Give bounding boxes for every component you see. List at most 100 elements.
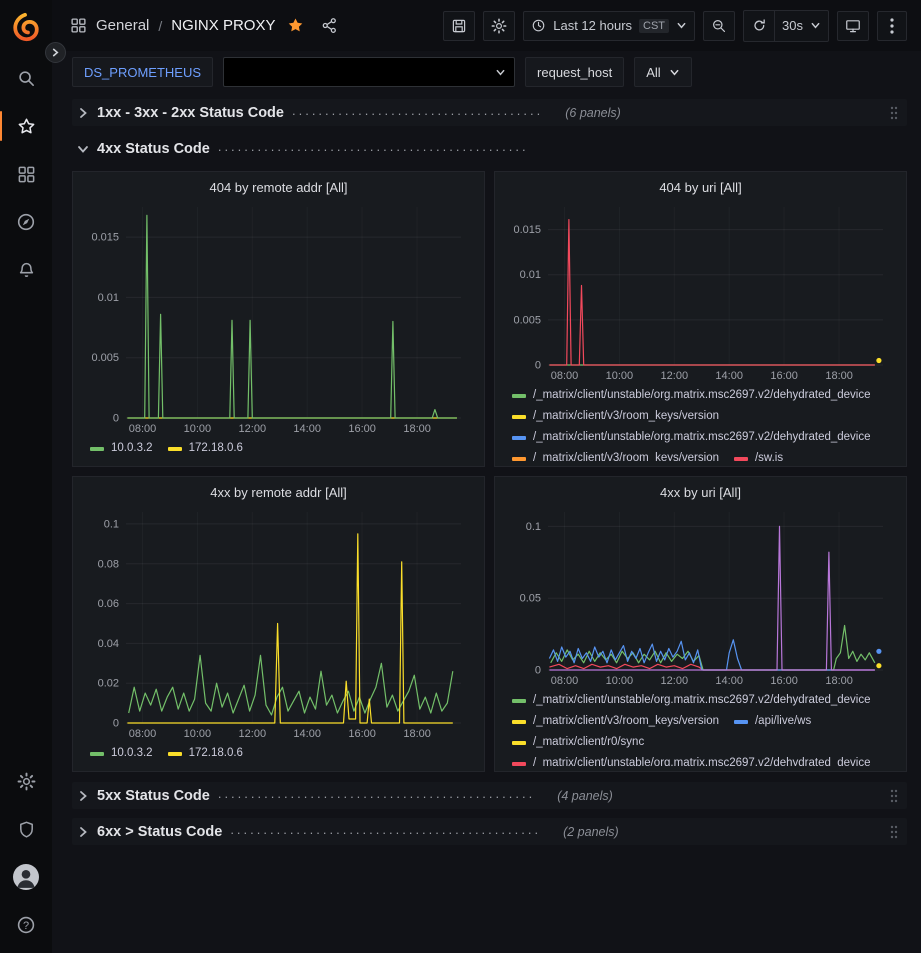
svg-text:08:00: 08:00 xyxy=(551,675,579,687)
datasource-variable-input[interactable] xyxy=(223,57,515,87)
request-host-variable-label[interactable]: request_host xyxy=(525,57,624,87)
legend-color-chip xyxy=(512,741,526,745)
row-title: 6xx > Status Code xyxy=(97,824,222,840)
legend-label: 172.18.0.6 xyxy=(189,743,243,764)
save-dashboard-button[interactable] xyxy=(443,11,475,41)
legend-label: 10.0.3.2 xyxy=(111,438,153,459)
legend-label: /sw.js xyxy=(755,448,783,461)
legend-item[interactable]: /_matrix/client/unstable/org.matrix.msc2… xyxy=(512,690,871,711)
dashboard-row-5xx[interactable]: 5xx Status Code ........................… xyxy=(72,782,907,809)
panel-title[interactable]: 4xx by remote addr [All] xyxy=(82,484,475,502)
favorite-star-icon[interactable] xyxy=(287,17,304,34)
svg-text:14:00: 14:00 xyxy=(293,423,321,435)
row-title: 4xx Status Code xyxy=(97,141,210,157)
dashboards-grid-icon xyxy=(17,165,36,184)
request-host-variable-dropdown[interactable]: All xyxy=(634,57,691,87)
row-dots: ........................................… xyxy=(230,822,541,837)
legend-item[interactable]: /_matrix/client/v3/room_keys/version xyxy=(512,448,719,461)
panel-title[interactable]: 4xx by uri [All] xyxy=(504,484,897,502)
chevron-down-icon xyxy=(495,67,506,78)
dashboard-row-4xx[interactable]: 4xx Status Code ........................… xyxy=(72,135,907,162)
legend-color-chip xyxy=(168,752,182,756)
dashboard-settings-button[interactable] xyxy=(483,11,515,41)
legend-item[interactable]: /sw.js xyxy=(734,448,783,461)
user-avatar[interactable] xyxy=(0,853,52,901)
sidebar-item-alerting[interactable] xyxy=(0,246,52,294)
legend-color-chip xyxy=(90,447,104,451)
legend-item[interactable]: /_matrix/client/v3/room_keys/version xyxy=(512,406,719,427)
time-series-plot[interactable]: 00.020.040.060.080.108:0010:0012:0014:00… xyxy=(82,504,475,740)
sidebar-item-explore[interactable] xyxy=(0,198,52,246)
svg-text:10:00: 10:00 xyxy=(184,728,212,740)
legend-label: 172.18.0.6 xyxy=(189,438,243,459)
question-circle-icon: ? xyxy=(16,915,36,935)
zoom-out-time-button[interactable] xyxy=(703,11,735,41)
sidebar-bottom: ? xyxy=(0,757,52,953)
panel-title[interactable]: 404 by uri [All] xyxy=(504,179,897,197)
svg-text:16:00: 16:00 xyxy=(348,728,376,740)
legend-item[interactable]: /_matrix/client/v3/room_keys/version xyxy=(512,711,719,732)
legend-color-chip xyxy=(512,394,526,398)
row-drag-handle[interactable] xyxy=(889,824,899,840)
legend: /_matrix/client/unstable/org.matrix.msc2… xyxy=(504,687,897,766)
refresh-interval-dropdown[interactable]: 30s xyxy=(775,11,828,41)
timezone-badge: CST xyxy=(639,19,669,33)
legend-item[interactable]: 10.0.3.2 xyxy=(90,743,153,764)
time-series-plot[interactable]: 00.050.108:0010:0012:0014:0016:0018:00 xyxy=(504,504,897,687)
svg-text:10:00: 10:00 xyxy=(606,675,634,687)
legend-item[interactable]: /_matrix/client/r0/sync xyxy=(512,732,644,753)
svg-text:14:00: 14:00 xyxy=(715,675,743,687)
sidebar-expand-button[interactable] xyxy=(45,42,66,63)
legend-item[interactable]: /_matrix/client/unstable/org.matrix.msc2… xyxy=(512,385,871,406)
legend: 10.0.3.2 172.18.0.6 xyxy=(82,740,475,766)
legend-color-chip xyxy=(512,457,526,461)
grafana-app: ? General / NGINX PROXY xyxy=(0,0,921,953)
row-drag-handle[interactable] xyxy=(889,788,899,804)
time-series-plot[interactable]: 00.0050.010.01508:0010:0012:0014:0016:00… xyxy=(504,199,897,382)
sidebar-item-server-admin[interactable] xyxy=(0,805,52,853)
legend-item[interactable]: 172.18.0.6 xyxy=(168,743,243,764)
active-indicator xyxy=(0,111,2,141)
row-drag-handle[interactable] xyxy=(889,105,899,121)
time-range-label: Last 12 hours xyxy=(553,18,632,33)
cycle-view-mode-button[interactable] xyxy=(837,11,869,41)
chevron-right-icon xyxy=(77,107,89,119)
time-range-picker[interactable]: Last 12 hours CST xyxy=(523,11,695,41)
panel-404-by-remote-addr: 404 by remote addr [All] 00.0050.010.015… xyxy=(72,171,485,467)
legend-item[interactable]: /_matrix/client/unstable/org.matrix.msc2… xyxy=(512,753,871,766)
sidebar-item-configuration[interactable] xyxy=(0,757,52,805)
refresh-dashboard-button[interactable] xyxy=(744,11,774,41)
svg-text:0.1: 0.1 xyxy=(526,521,541,533)
legend-label: /_matrix/client/v3/room_keys/version xyxy=(533,448,719,461)
compass-icon xyxy=(16,212,36,232)
kebab-menu-button[interactable] xyxy=(877,11,907,41)
grafana-logo[interactable] xyxy=(0,0,52,54)
dashboard-title[interactable]: NGINX PROXY xyxy=(171,17,275,34)
sidebar-item-starred[interactable] xyxy=(0,102,52,150)
time-series-plot[interactable]: 00.0050.010.01508:0010:0012:0014:0016:00… xyxy=(82,199,475,435)
svg-text:?: ? xyxy=(23,920,29,932)
svg-text:0.08: 0.08 xyxy=(98,558,119,570)
row-panel-count: (4 panels) xyxy=(557,789,613,803)
chevron-right-icon xyxy=(51,48,60,57)
panel-grid: 404 by remote addr [All] 00.0050.010.015… xyxy=(72,171,907,772)
share-icon[interactable] xyxy=(321,17,338,34)
dashboard-row-6xx[interactable]: 6xx > Status Code ......................… xyxy=(72,818,907,845)
legend-item[interactable]: 172.18.0.6 xyxy=(168,438,243,459)
panel-title[interactable]: 404 by remote addr [All] xyxy=(82,179,475,197)
panel-4xx-by-uri: 4xx by uri [All] 00.050.108:0010:0012:00… xyxy=(494,476,907,772)
datasource-variable-label[interactable]: DS_PROMETHEUS xyxy=(72,57,213,87)
breadcrumb-folder[interactable]: General xyxy=(96,17,149,34)
dashboard-row-1xx-3xx-2xx[interactable]: 1xx - 3xx - 2xx Status Code ............… xyxy=(72,99,907,126)
gear-icon xyxy=(491,18,507,34)
legend-item[interactable]: /_matrix/client/unstable/org.matrix.msc2… xyxy=(512,427,871,448)
legend-label: /api/live/ws xyxy=(755,711,811,732)
legend-label: /_matrix/client/unstable/org.matrix.msc2… xyxy=(533,385,871,406)
sidebar-item-dashboards[interactable] xyxy=(0,150,52,198)
sidebar-item-search[interactable] xyxy=(0,54,52,102)
legend-item[interactable]: 10.0.3.2 xyxy=(90,438,153,459)
legend-item[interactable]: /api/live/ws xyxy=(734,711,811,732)
legend-label: /_matrix/client/unstable/org.matrix.msc2… xyxy=(533,690,871,711)
sidebar-item-help[interactable]: ? xyxy=(0,901,52,949)
search-icon xyxy=(17,69,36,88)
